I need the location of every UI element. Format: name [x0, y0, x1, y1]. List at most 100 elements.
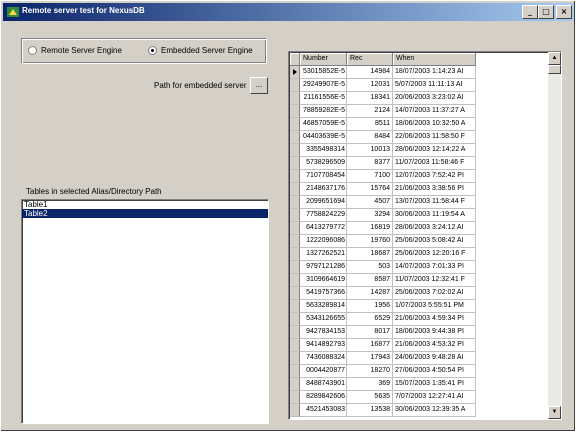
cell-when[interactable]: 28/06/2003 3:24:12 AI	[393, 222, 476, 235]
column-header-rec[interactable]: Rec	[347, 53, 393, 66]
cell-number[interactable]: 46857059E-5	[300, 118, 347, 131]
table-row[interactable]: 9797121286 503 14/07/2003 7:01:33 PI	[290, 261, 476, 274]
cell-when[interactable]: 22/06/2003 11:58:50 F	[393, 131, 476, 144]
scroll-thumb[interactable]	[548, 65, 561, 74]
title-bar[interactable]: Remote server test for NexusDB _ □ ×	[3, 3, 574, 21]
grid-scrollbar[interactable]: ▲ ▼	[548, 52, 561, 419]
cell-when[interactable]: 27/06/2003 4:50:54 PI	[393, 365, 476, 378]
remote-engine-radio-dot[interactable]	[28, 46, 37, 55]
cell-when[interactable]: 7/07/2003 12:27:41 AI	[393, 391, 476, 404]
cell-rec[interactable]: 7100	[347, 170, 393, 183]
cell-when[interactable]: 20/06/2003 3:23:02 AI	[393, 92, 476, 105]
table-row[interactable]: 7107708454 7100 12/07/2003 7:52:42 PI	[290, 170, 476, 183]
cell-rec[interactable]: 8511	[347, 118, 393, 131]
cell-number[interactable]: 8289842606	[300, 391, 347, 404]
cell-number[interactable]: 3355498314	[300, 144, 347, 157]
table-row[interactable]: 4521453083 13538 30/06/2003 12:39:35 A	[290, 404, 476, 417]
cell-when[interactable]: 11/07/2003 11:58:46 F	[393, 157, 476, 170]
cell-when[interactable]: 12/07/2003 7:52:42 PI	[393, 170, 476, 183]
cell-rec[interactable]: 12031	[347, 79, 393, 92]
close-button[interactable]: ×	[556, 5, 572, 19]
cell-number[interactable]: 1327262521	[300, 248, 347, 261]
table-row[interactable]: 3109664619 8587 11/07/2003 12:32:41 F	[290, 274, 476, 287]
cell-when[interactable]: 25/06/2003 7:02:02 AI	[393, 287, 476, 300]
table-row[interactable]: 04403639E-5 8484 22/06/2003 11:58:50 F	[290, 131, 476, 144]
cell-number[interactable]: 53015852E-5	[300, 66, 347, 79]
table-row[interactable]: 3355498314 10013 28/06/2003 12:14:22 A	[290, 144, 476, 157]
cell-number[interactable]: 3109664619	[300, 274, 347, 287]
cell-number[interactable]: 78859282E-5	[300, 105, 347, 118]
cell-number[interactable]: 8488743901	[300, 378, 347, 391]
cell-rec[interactable]: 5635	[347, 391, 393, 404]
cell-rec[interactable]: 8377	[347, 157, 393, 170]
cell-number[interactable]: 5343126655	[300, 313, 347, 326]
cell-when[interactable]: 21/06/2003 3:38:56 PI	[393, 183, 476, 196]
embedded-engine-radio-dot[interactable]	[148, 46, 157, 55]
cell-when[interactable]: 1/07/2003 5:55:51 PM	[393, 300, 476, 313]
cell-number[interactable]: 9427834153	[300, 326, 347, 339]
cell-when[interactable]: 15/07/2003 1:35:41 PI	[393, 378, 476, 391]
cell-rec[interactable]: 19760	[347, 235, 393, 248]
maximize-button[interactable]: □	[538, 5, 554, 19]
list-item[interactable]: Table2	[22, 209, 268, 218]
table-row[interactable]: 6413279772 16819 28/06/2003 3:24:12 AI	[290, 222, 476, 235]
cell-number[interactable]: 6413279772	[300, 222, 347, 235]
cell-rec[interactable]: 1956	[347, 300, 393, 313]
cell-when[interactable]: 30/06/2003 11:19:54 A	[393, 209, 476, 222]
cell-number[interactable]: 9414892793	[300, 339, 347, 352]
cell-when[interactable]: 21/06/2003 4:59:34 PI	[393, 313, 476, 326]
browse-button[interactable]: ...	[250, 77, 268, 94]
cell-number[interactable]: 9797121286	[300, 261, 347, 274]
cell-when[interactable]: 5/07/2003 11:11:13 AI	[393, 79, 476, 92]
table-row[interactable]: 9427834153 8017 18/06/2003 9:44:38 PI	[290, 326, 476, 339]
cell-when[interactable]: 13/07/2003 11:58:44 F	[393, 196, 476, 209]
cell-rec[interactable]: 369	[347, 378, 393, 391]
table-row[interactable]: 78859282E-5 2124 14/07/2003 11:37:27 A	[290, 105, 476, 118]
cell-rec[interactable]: 17943	[347, 352, 393, 365]
cell-when[interactable]: 28/06/2003 12:14:22 A	[393, 144, 476, 157]
cell-rec[interactable]: 3294	[347, 209, 393, 222]
cell-rec[interactable]: 18270	[347, 365, 393, 378]
table-row[interactable]: 5419757366 14287 25/06/2003 7:02:02 AI	[290, 287, 476, 300]
cell-number[interactable]: 5738296509	[300, 157, 347, 170]
cell-rec[interactable]: 8017	[347, 326, 393, 339]
table-row[interactable]: 53015852E-5 14984 18/07/2003 1:14:23 AI	[290, 66, 476, 79]
cell-number[interactable]: 2148637176	[300, 183, 347, 196]
embedded-engine-radio[interactable]: Embedded Server Engine	[148, 46, 253, 55]
table-row[interactable]: 0004420877 18270 27/06/2003 4:50:54 PI	[290, 365, 476, 378]
table-row[interactable]: 5738296509 8377 11/07/2003 11:58:46 F	[290, 157, 476, 170]
table-row[interactable]: 46857059E-5 8511 18/06/2003 10:32:50 A	[290, 118, 476, 131]
cell-rec[interactable]: 16877	[347, 339, 393, 352]
cell-rec[interactable]: 14984	[347, 66, 393, 79]
records-grid[interactable]: Number Rec When 53015852E-5 14984 18/07/20…	[288, 51, 562, 420]
cell-rec[interactable]: 18341	[347, 92, 393, 105]
cell-number[interactable]: 21161556E-5	[300, 92, 347, 105]
scroll-up-button[interactable]: ▲	[548, 52, 561, 65]
table-row[interactable]: 8488743901 369 15/07/2003 1:35:41 PI	[290, 378, 476, 391]
table-row[interactable]: 5633289814 1956 1/07/2003 5:55:51 PM	[290, 300, 476, 313]
cell-number[interactable]: 2099651694	[300, 196, 347, 209]
table-row[interactable]: 1222096086 19760 25/06/2003 5:08:42 AI	[290, 235, 476, 248]
cell-number[interactable]: 29249907E-5	[300, 79, 347, 92]
column-header-when[interactable]: When	[393, 53, 476, 66]
cell-when[interactable]: 18/06/2003 9:44:38 PI	[393, 326, 476, 339]
cell-rec[interactable]: 6529	[347, 313, 393, 326]
table-row[interactable]: 1327262521 18687 25/06/2003 12:20:16 F	[290, 248, 476, 261]
table-row[interactable]: 7436088324 17943 24/06/2003 9:48:28 AI	[290, 352, 476, 365]
cell-rec[interactable]: 18687	[347, 248, 393, 261]
cell-rec[interactable]: 8587	[347, 274, 393, 287]
cell-number[interactable]: 1222096086	[300, 235, 347, 248]
cell-rec[interactable]: 15764	[347, 183, 393, 196]
cell-number[interactable]: 7436088324	[300, 352, 347, 365]
minimize-button[interactable]: _	[522, 5, 538, 19]
cell-number[interactable]: 7758824229	[300, 209, 347, 222]
cell-number[interactable]: 7107708454	[300, 170, 347, 183]
cell-number[interactable]: 04403639E-5	[300, 131, 347, 144]
list-item[interactable]: Table1	[22, 200, 268, 209]
table-row[interactable]: 5343126655 6529 21/06/2003 4:59:34 PI	[290, 313, 476, 326]
table-row[interactable]: 2099651694 4507 13/07/2003 11:58:44 F	[290, 196, 476, 209]
cell-when[interactable]: 25/06/2003 5:08:42 AI	[393, 235, 476, 248]
cell-when[interactable]: 30/06/2003 12:39:35 A	[393, 404, 476, 417]
table-row[interactable]: 8289842606 5635 7/07/2003 12:27:41 AI	[290, 391, 476, 404]
cell-rec[interactable]: 10013	[347, 144, 393, 157]
